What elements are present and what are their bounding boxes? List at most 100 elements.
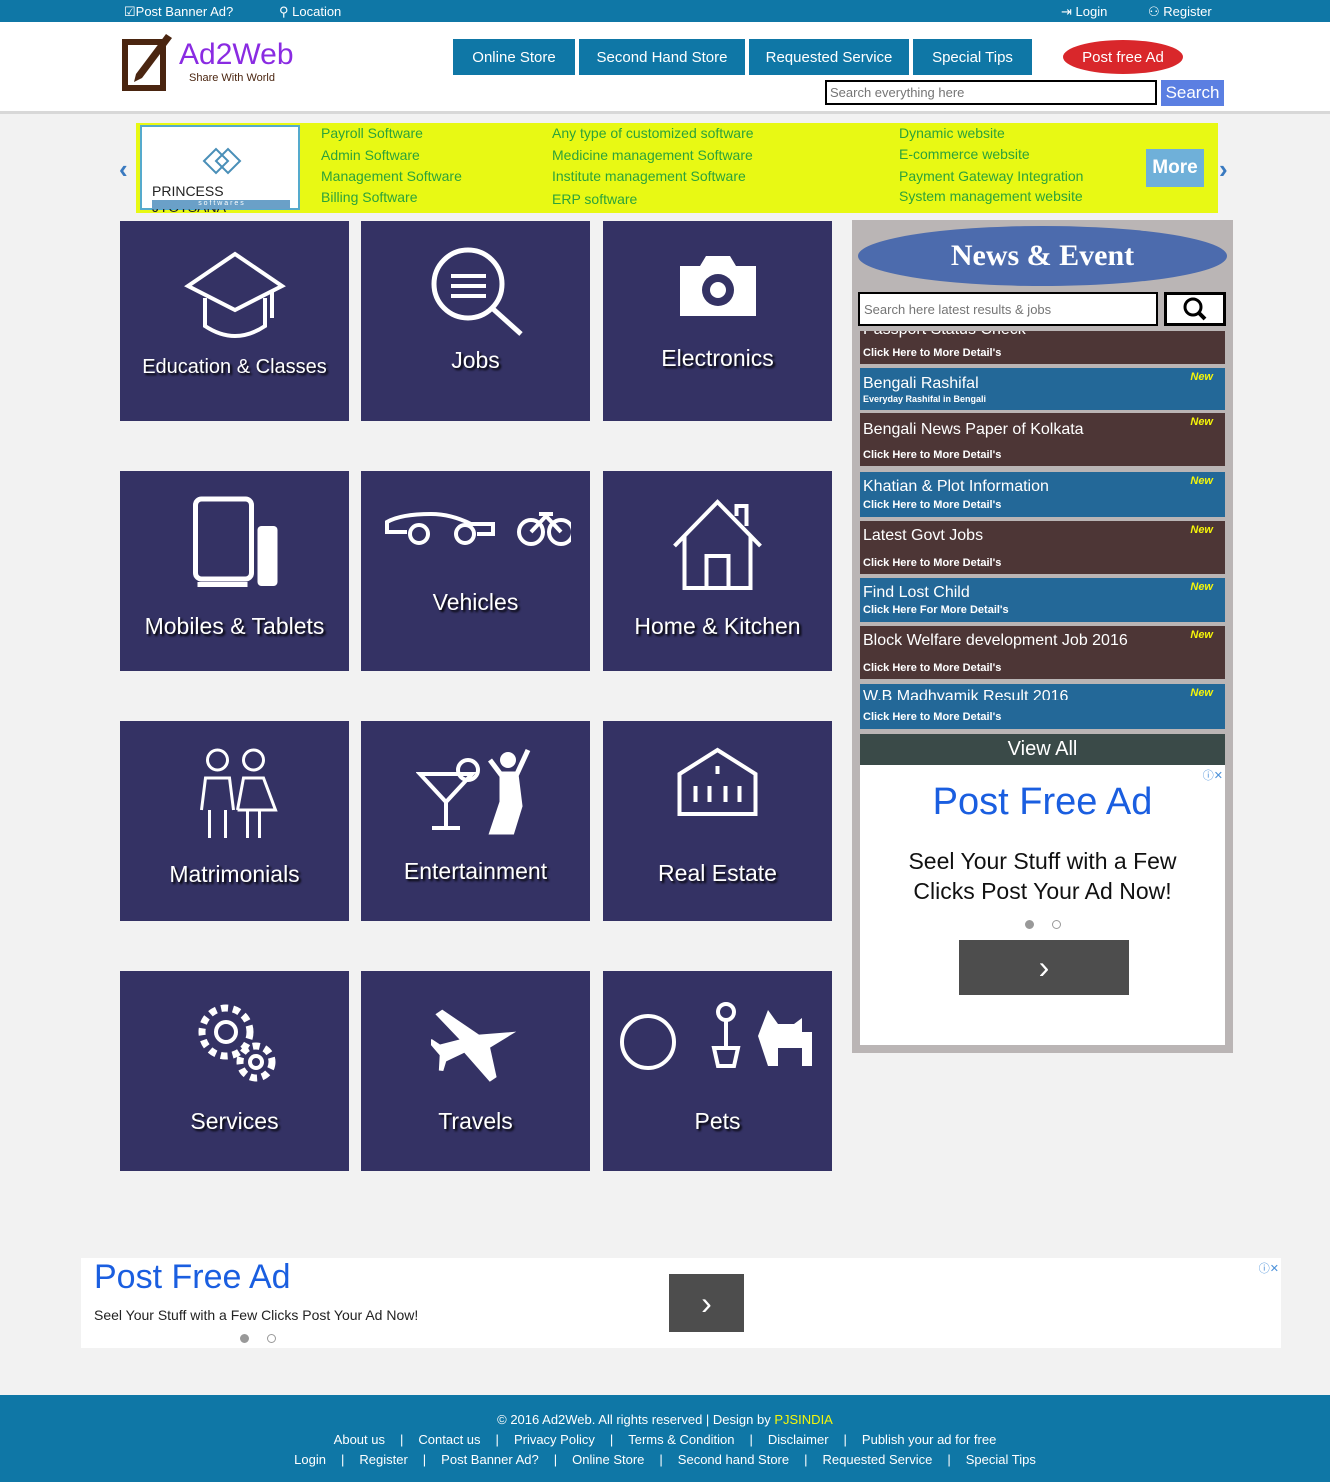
category-travels[interactable]: Travels bbox=[361, 971, 590, 1171]
logo[interactable]: Ad2Web Share With World bbox=[122, 30, 294, 92]
category-entertainment[interactable]: Entertainment bbox=[361, 721, 590, 921]
register-link[interactable]: ⚇ Register bbox=[1148, 4, 1212, 20]
logo-title: Ad2Web bbox=[179, 38, 294, 71]
footer-second-hand[interactable]: Second hand Store bbox=[678, 1452, 789, 1467]
banner-next-arrow[interactable]: › bbox=[1219, 154, 1228, 185]
category-services[interactable]: Services bbox=[120, 971, 349, 1171]
category-home-kitchen[interactable]: Home & Kitchen bbox=[603, 471, 832, 671]
side-ad-title[interactable]: Post Free Ad bbox=[860, 765, 1225, 824]
cocktail-dancer-icon bbox=[415, 748, 530, 835]
category-real-estate[interactable]: Real Estate bbox=[603, 721, 832, 921]
new-badge: New bbox=[1190, 687, 1213, 699]
footer-links-row1: About us | Contact us | Privacy Policy | Terms… bbox=[333, 1432, 997, 1447]
new-badge: New bbox=[1190, 524, 1213, 536]
carousel-dot[interactable] bbox=[267, 1334, 276, 1343]
banner-link[interactable]: Payment Gateway Integration bbox=[899, 168, 1083, 184]
category-pets[interactable]: Pets bbox=[603, 971, 832, 1171]
banner-link[interactable]: Billing Software bbox=[321, 189, 418, 205]
carousel-dot[interactable] bbox=[240, 1334, 249, 1343]
category-matrimonials[interactable]: Matrimonials bbox=[120, 721, 349, 921]
news-item[interactable]: Latest Govt Jobs Click Here to More Detai… bbox=[860, 521, 1225, 574]
new-badge: New bbox=[1190, 581, 1213, 593]
nav-second-hand-store[interactable]: Second Hand Store bbox=[579, 39, 745, 75]
banner-link[interactable]: Institute management Software bbox=[552, 168, 746, 184]
view-all-button[interactable]: View All bbox=[860, 734, 1225, 765]
carousel-dot[interactable] bbox=[1051, 920, 1061, 929]
footer-post-banner[interactable]: Post Banner Ad? bbox=[441, 1452, 539, 1467]
banner-prev-arrow[interactable]: ‹ bbox=[119, 154, 128, 185]
logo-pencil-icon bbox=[122, 34, 172, 91]
news-event-panel: News & Event Passport Status CheckClick … bbox=[852, 220, 1233, 1053]
banner-more-button[interactable]: More bbox=[1146, 149, 1204, 187]
search-button[interactable]: Search bbox=[1161, 80, 1224, 106]
news-item[interactable]: Bengali Rashifal Everyday Rashifal in Ben… bbox=[860, 368, 1225, 410]
top-bar: ☑Post Banner Ad? ⚲ Location ⇥ Login ⚇ Re… bbox=[0, 0, 1330, 22]
footer-online-store[interactable]: Online Store bbox=[572, 1452, 644, 1467]
post-banner-link[interactable]: ☑Post Banner Ad? bbox=[124, 4, 233, 20]
footer: © 2016 Ad2Web. All rights reserved | Des… bbox=[0, 1395, 1330, 1482]
side-ad-next-button[interactable]: › bbox=[959, 940, 1129, 995]
new-badge: New bbox=[1190, 371, 1213, 383]
bottom-ad-title[interactable]: Post Free Ad bbox=[94, 1258, 291, 1297]
side-ad-text: Seel Your Stuff with a Few Clicks Post Y… bbox=[908, 848, 1177, 904]
banner-link[interactable]: Any type of customized software bbox=[552, 125, 754, 141]
banner-link[interactable]: Management Software bbox=[321, 168, 462, 184]
ad-choices-close-icon[interactable]: ⓘ✕ bbox=[1203, 767, 1223, 783]
ad-banner[interactable]: PRINCESS JYOTSANA s o f t w a r e s Payr… bbox=[136, 123, 1218, 215]
graduation-cap-icon bbox=[183, 251, 286, 338]
login-link[interactable]: ⇥ Login bbox=[1061, 4, 1107, 20]
designer-link[interactable]: PJSINDIA bbox=[774, 1412, 833, 1427]
couple-icon bbox=[199, 748, 278, 838]
search-jobs-icon bbox=[431, 247, 523, 336]
user-add-icon: ⚇ bbox=[1148, 4, 1164, 19]
category-jobs[interactable]: Jobs bbox=[361, 221, 590, 421]
copyright: © 2016 Ad2Web. All rights reserved | Des… bbox=[497, 1412, 775, 1427]
category-vehicles[interactable]: Vehicles bbox=[361, 471, 590, 671]
footer-special-tips[interactable]: Special Tips bbox=[966, 1452, 1036, 1467]
pets-icon bbox=[619, 1002, 812, 1070]
news-search-input[interactable] bbox=[858, 292, 1158, 326]
banner-link[interactable]: Admin Software bbox=[321, 147, 420, 163]
category-mobiles[interactable]: Mobiles & Tablets bbox=[120, 471, 349, 671]
ad-choices-close-icon[interactable]: ⓘ✕ bbox=[1259, 1260, 1279, 1276]
news-item[interactable]: Block Welfare development Job 2016 Click … bbox=[860, 626, 1225, 679]
banner-link[interactable]: Dynamic website bbox=[899, 125, 1005, 141]
banner-link[interactable]: Medicine management Software bbox=[552, 147, 753, 163]
new-badge: New bbox=[1190, 629, 1213, 641]
news-search-button[interactable] bbox=[1164, 292, 1226, 326]
side-ad[interactable]: ⓘ✕ Post Free Ad Seel Your Stuff with a F… bbox=[860, 765, 1225, 1045]
building-icon bbox=[677, 747, 757, 816]
footer-privacy[interactable]: Privacy Policy bbox=[514, 1432, 595, 1447]
footer-requested-service[interactable]: Requested Service bbox=[823, 1452, 933, 1467]
banner-link[interactable]: Payroll Software bbox=[321, 125, 423, 141]
news-item[interactable]: Passport Status CheckClick Here to More … bbox=[860, 331, 1225, 364]
category-education[interactable]: Education & Classes bbox=[120, 221, 349, 421]
nav-online-store[interactable]: Online Store bbox=[453, 39, 575, 75]
footer-contact[interactable]: Contact us bbox=[418, 1432, 480, 1447]
banner-link[interactable]: E-commerce website bbox=[899, 146, 1030, 162]
footer-terms[interactable]: Terms & Condition bbox=[628, 1432, 734, 1447]
category-electronics[interactable]: Electronics bbox=[603, 221, 832, 421]
carousel-dot[interactable] bbox=[1024, 920, 1034, 929]
footer-register[interactable]: Register bbox=[359, 1452, 407, 1467]
footer-about[interactable]: About us bbox=[334, 1432, 385, 1447]
footer-login[interactable]: Login bbox=[294, 1452, 326, 1467]
news-item[interactable]: Find Lost Child Click Here For More Detai… bbox=[860, 578, 1225, 622]
bottom-ad-next-button[interactable]: › bbox=[669, 1274, 744, 1332]
location-link[interactable]: ⚲ Location bbox=[279, 4, 341, 20]
bottom-ad[interactable]: ⓘ✕ Post Free Ad Seel Your Stuff with a F… bbox=[81, 1258, 1281, 1348]
post-free-ad-button[interactable]: Post free Ad bbox=[1063, 40, 1183, 74]
news-item[interactable]: W.B Madhyamik Result 2016 Click Here to M… bbox=[860, 684, 1225, 729]
news-item[interactable]: Bengali News Paper of Kolkata Click Here … bbox=[860, 413, 1225, 466]
camera-icon bbox=[679, 256, 756, 316]
news-item[interactable]: Khatian & Plot Information Click Here to … bbox=[860, 472, 1225, 517]
footer-disclaimer[interactable]: Disclaimer bbox=[768, 1432, 829, 1447]
gears-icon bbox=[198, 1004, 275, 1082]
banner-link[interactable]: System management website bbox=[899, 188, 1083, 204]
nav-special-tips[interactable]: Special Tips bbox=[913, 39, 1032, 75]
banner-link[interactable]: ERP software bbox=[552, 191, 637, 207]
new-badge: New bbox=[1190, 475, 1213, 487]
nav-requested-service[interactable]: Requested Service bbox=[749, 39, 909, 75]
search-input[interactable] bbox=[825, 80, 1157, 105]
footer-publish[interactable]: Publish your ad for free bbox=[862, 1432, 996, 1447]
